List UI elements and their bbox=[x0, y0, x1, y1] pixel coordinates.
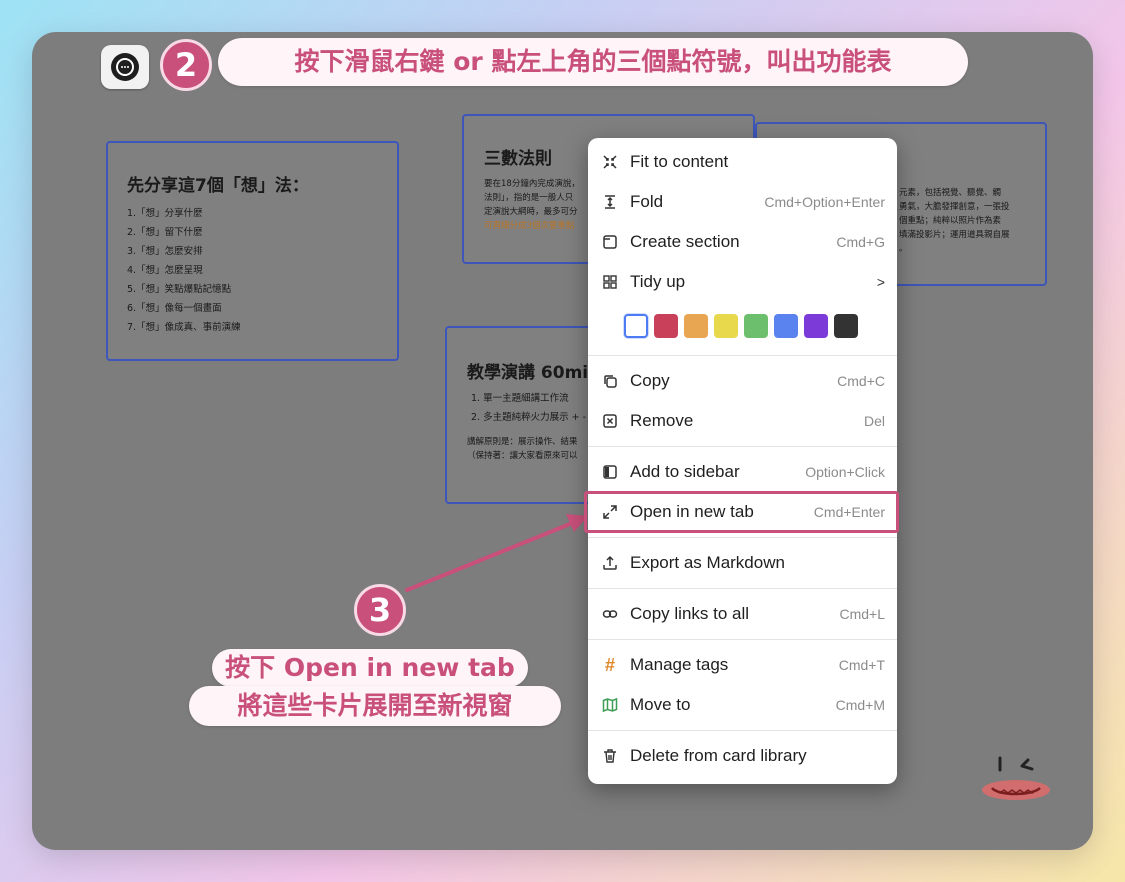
menu-item-fit-to-content[interactable]: Fit to content bbox=[588, 142, 897, 182]
menu-item-label: Remove bbox=[630, 411, 694, 430]
sidebar-icon bbox=[600, 462, 620, 482]
menu-item-copy-links[interactable]: Copy links to all Cmd+L bbox=[588, 594, 897, 634]
menu-shortcut: Cmd+Enter bbox=[813, 504, 885, 520]
color-swatch-red[interactable] bbox=[654, 314, 678, 338]
copy-icon bbox=[600, 371, 620, 391]
chevron-right-icon: > bbox=[876, 274, 885, 290]
mascot-face-icon bbox=[982, 756, 1050, 800]
color-swatch-blue[interactable] bbox=[774, 314, 798, 338]
menu-divider bbox=[588, 537, 897, 538]
menu-item-create-section[interactable]: Create section Cmd+G bbox=[588, 222, 897, 262]
color-swatch-orange[interactable] bbox=[684, 314, 708, 338]
menu-item-copy[interactable]: Copy Cmd+C bbox=[588, 361, 897, 401]
menu-item-tidy-up[interactable]: Tidy up > bbox=[588, 262, 897, 302]
menu-divider bbox=[588, 639, 897, 640]
menu-item-label: Open in new tab bbox=[630, 502, 754, 521]
step3-line1: 按下 Open in new tab bbox=[212, 649, 528, 687]
color-swatch-green[interactable] bbox=[744, 314, 768, 338]
context-menu: Fit to content Fold Cmd+Option+Enter Cre… bbox=[584, 138, 899, 784]
menu-item-open-in-new-tab[interactable]: Open in new tab Cmd+Enter bbox=[584, 491, 899, 533]
menu-shortcut: Cmd+M bbox=[835, 697, 885, 713]
section-icon bbox=[600, 232, 620, 252]
fit-icon bbox=[600, 152, 620, 172]
menu-shortcut: Del bbox=[863, 413, 885, 429]
menu-item-label: Tidy up bbox=[630, 272, 686, 291]
color-swatch-white[interactable] bbox=[624, 314, 648, 338]
menu-item-label: Copy links to all bbox=[630, 604, 750, 623]
color-swatch-yellow[interactable] bbox=[714, 314, 738, 338]
step-badge-3: 3 bbox=[354, 584, 406, 636]
menu-item-move-to[interactable]: Move to Cmd+M bbox=[588, 685, 897, 725]
upload-icon bbox=[600, 553, 620, 573]
menu-shortcut: Option+Click bbox=[805, 464, 885, 480]
menu-item-label: Export as Markdown bbox=[630, 553, 785, 572]
fold-icon bbox=[600, 192, 620, 212]
color-swatches bbox=[588, 302, 897, 350]
menu-shortcut: Cmd+Option+Enter bbox=[764, 194, 885, 210]
menu-shortcut: Cmd+G bbox=[836, 234, 885, 250]
menu-divider bbox=[588, 588, 897, 589]
menu-shortcut: Cmd+T bbox=[838, 657, 885, 673]
grid-icon bbox=[600, 272, 620, 292]
menu-item-manage-tags[interactable]: # Manage tags Cmd+T bbox=[588, 645, 897, 685]
color-swatch-purple[interactable] bbox=[804, 314, 828, 338]
menu-item-label: Copy bbox=[630, 371, 670, 390]
menu-item-fold[interactable]: Fold Cmd+Option+Enter bbox=[588, 182, 897, 222]
menu-divider bbox=[588, 730, 897, 731]
menu-item-label: Manage tags bbox=[630, 655, 729, 674]
trash-icon bbox=[600, 746, 620, 766]
map-icon bbox=[600, 695, 620, 715]
menu-divider bbox=[588, 355, 897, 356]
remove-icon bbox=[600, 411, 620, 431]
menu-item-label: Fit to content bbox=[630, 152, 729, 171]
menu-item-remove[interactable]: Remove Del bbox=[588, 401, 897, 441]
menu-item-label: Move to bbox=[630, 695, 691, 714]
menu-item-add-to-sidebar[interactable]: Add to sidebar Option+Click bbox=[588, 452, 897, 492]
menu-item-delete[interactable]: Delete from card library bbox=[588, 736, 897, 776]
hash-icon: # bbox=[604, 654, 615, 675]
menu-item-label: Add to sidebar bbox=[630, 462, 740, 481]
pointer-arrow bbox=[405, 514, 588, 592]
step3-line2: 將這些卡片展開至新視窗 bbox=[189, 686, 561, 726]
menu-divider bbox=[588, 446, 897, 447]
menu-shortcut: Cmd+L bbox=[839, 606, 885, 622]
expand-icon bbox=[600, 502, 620, 522]
menu-item-export-markdown[interactable]: Export as Markdown bbox=[588, 543, 897, 583]
menu-item-label: Delete from card library bbox=[630, 746, 807, 765]
color-swatch-black[interactable] bbox=[834, 314, 858, 338]
canvas-frame: 2 按下滑鼠右鍵 or 點左上角的三個點符號，叫出功能表 先分享這7個「想」法：… bbox=[32, 32, 1093, 850]
menu-shortcut: Cmd+C bbox=[837, 373, 885, 389]
menu-item-label: Create section bbox=[630, 232, 740, 251]
link-icon bbox=[600, 604, 620, 624]
menu-item-label: Fold bbox=[630, 192, 664, 211]
